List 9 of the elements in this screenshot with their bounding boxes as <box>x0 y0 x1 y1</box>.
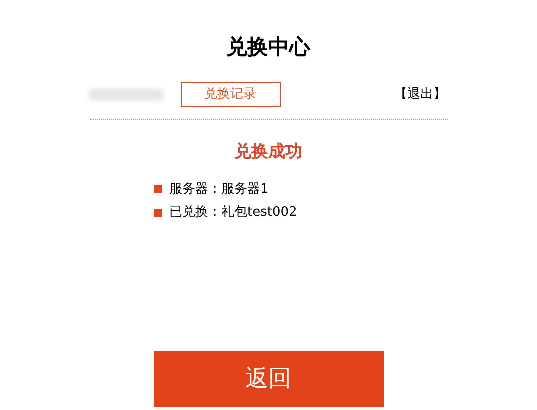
result-line: 已兑换：礼包test002 <box>170 204 298 222</box>
result-line: 服务器：服务器1 <box>170 180 269 198</box>
page-title: 兑换中心 <box>226 34 310 61</box>
success-heading: 兑换成功 <box>234 141 302 164</box>
back-button[interactable]: 返回 <box>154 351 384 407</box>
logout-link[interactable]: 【退出】 <box>394 84 446 104</box>
history-button[interactable]: 兑换记录 <box>180 82 280 107</box>
bullet-icon <box>154 185 162 194</box>
bullet-icon <box>154 208 162 217</box>
